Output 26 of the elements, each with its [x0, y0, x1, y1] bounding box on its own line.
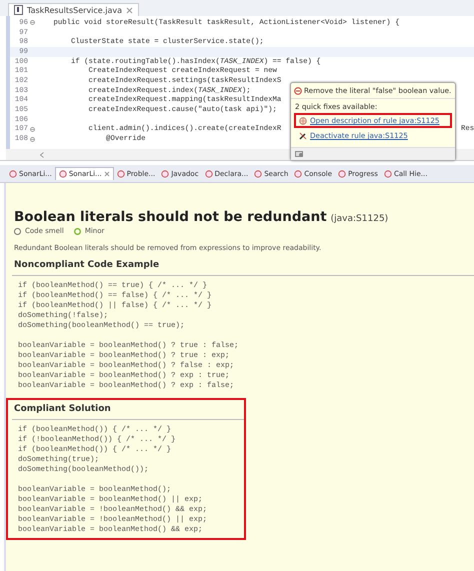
java-file-icon: [14, 5, 23, 15]
view-icon: [204, 170, 213, 178]
view-icon: [338, 170, 346, 178]
scroll-left-icon[interactable]: [40, 152, 44, 158]
editor-tab[interactable]: TaskResultsService.java: [8, 3, 140, 16]
close-icon[interactable]: [126, 6, 134, 14]
fold-icon[interactable]: [30, 126, 34, 132]
rule-key: (java:S1125): [330, 214, 388, 224]
view-icon: [294, 170, 302, 178]
section-heading: Noncompliant Code Example: [14, 260, 160, 270]
error-icon: [294, 86, 302, 94]
smell-icon: [14, 228, 21, 234]
close-icon[interactable]: [104, 171, 110, 177]
view-icon: [58, 170, 67, 178]
view-icon: [161, 170, 170, 178]
view-icon: [9, 170, 17, 178]
globe-icon: [299, 116, 307, 124]
pencil-icon: [299, 132, 307, 140]
severity-icon: [74, 228, 81, 234]
view-icon: [116, 170, 125, 178]
view-icon: [384, 170, 392, 178]
fold-icon[interactable]: [30, 20, 34, 26]
section-heading: Compliant Solution: [14, 404, 112, 414]
rule-title: Boolean literals should not be redundant: [14, 209, 327, 225]
view-icon: [254, 170, 262, 178]
fold-icon[interactable]: [30, 136, 34, 142]
